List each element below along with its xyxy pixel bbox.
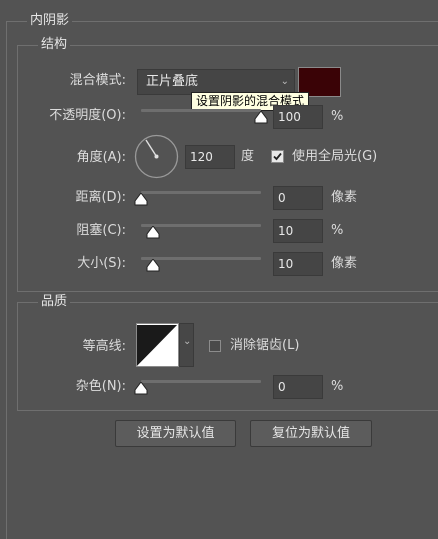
chevron-down-icon: ⌄ [280, 76, 289, 87]
distance-input[interactable]: 0 [273, 186, 323, 210]
blend-mode-value: 正片叠底 [146, 74, 199, 89]
slider-thumb-icon [146, 226, 160, 239]
choke-unit: % [331, 223, 344, 238]
quality-title: 品质 [38, 294, 71, 310]
noise-label: 杂色(N): [75, 379, 126, 394]
distance-label: 距离(D): [75, 190, 126, 205]
slider-thumb-icon [134, 193, 148, 206]
structure-title: 结构 [38, 37, 71, 53]
slider-thumb-icon [146, 259, 160, 272]
size-input[interactable]: 10 [273, 252, 323, 276]
anti-alias-label[interactable]: 消除锯齿(L) [230, 338, 299, 354]
noise-slider-track[interactable] [141, 380, 261, 383]
choke-label: 阻塞(C): [76, 223, 126, 238]
angle-unit: 度 [241, 149, 255, 164]
slider-thumb-icon [254, 111, 268, 124]
noise-input[interactable]: 0 [273, 375, 323, 399]
size-label: 大小(S): [77, 256, 126, 271]
reset-default-button[interactable]: 复位为默认值 [250, 420, 372, 447]
quality-frame-left [17, 302, 18, 410]
quality-frame-bottom [17, 410, 438, 411]
distance-slider-track[interactable] [141, 191, 261, 194]
panel-title: 内阴影 [27, 13, 73, 29]
angle-dial-icon [134, 134, 179, 179]
contour-dropdown-button[interactable]: ⌄ [179, 323, 194, 367]
structure-frame-bottom [17, 291, 438, 292]
contour-picker[interactable] [136, 323, 179, 367]
anti-alias-checkbox[interactable] [209, 340, 221, 352]
size-unit: 像素 [331, 256, 358, 271]
opacity-label: 不透明度(O): [49, 108, 126, 123]
angle-dial[interactable] [134, 134, 179, 179]
angle-label: 角度(A): [76, 150, 126, 165]
outer-frame-left [6, 21, 7, 539]
global-light-label[interactable]: 使用全局光(G) [292, 149, 377, 165]
noise-unit: % [331, 379, 344, 394]
choke-input[interactable]: 10 [273, 219, 323, 243]
contour-label: 等高线: [82, 339, 126, 354]
chevron-down-icon: ⌄ [183, 336, 192, 347]
slider-thumb-icon [134, 382, 148, 395]
opacity-unit: % [331, 109, 344, 124]
checkmark-icon [273, 152, 282, 161]
opacity-slider-track[interactable] [141, 109, 261, 112]
angle-input[interactable]: 120 [185, 145, 235, 169]
distance-unit: 像素 [331, 190, 358, 205]
structure-frame-left [17, 45, 18, 291]
opacity-input[interactable]: 100 [273, 105, 323, 129]
contour-preview-icon [137, 324, 178, 366]
blend-mode-label: 混合模式: [69, 73, 126, 88]
set-default-button[interactable]: 设置为默认值 [115, 420, 236, 447]
structure-frame-top [17, 45, 438, 46]
quality-frame-top [17, 302, 438, 303]
global-light-checkbox[interactable] [271, 150, 284, 163]
